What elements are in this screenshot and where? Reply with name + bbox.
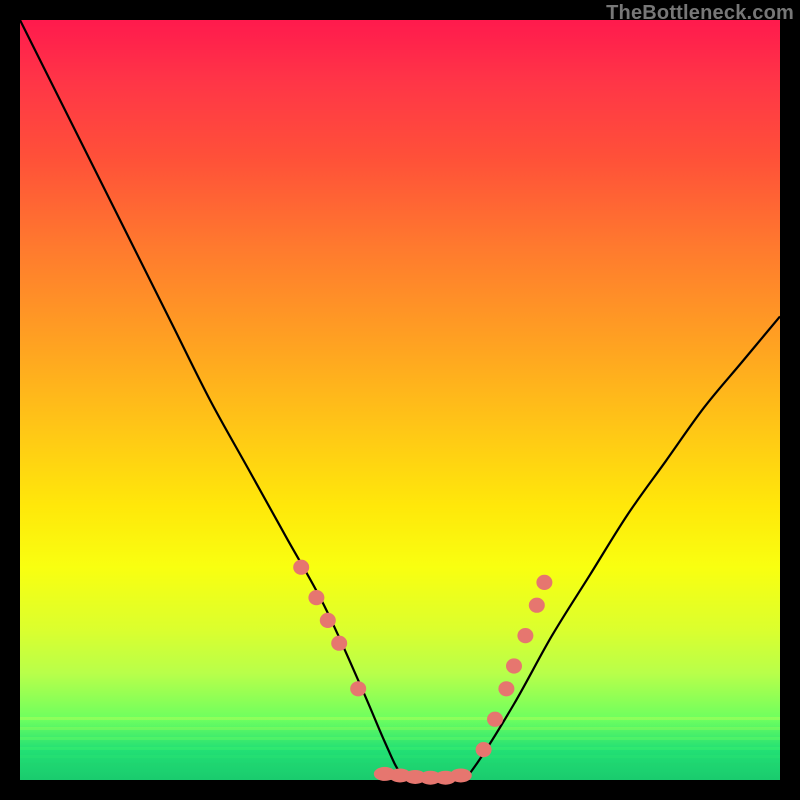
bottleneck-curve bbox=[20, 20, 780, 781]
marker-dot bbox=[487, 712, 503, 727]
plot-area bbox=[20, 20, 780, 780]
marker-dot bbox=[308, 590, 324, 605]
marker-dot bbox=[517, 628, 533, 643]
marker-dot bbox=[536, 575, 552, 590]
marker-dot bbox=[450, 768, 472, 782]
marker-dot bbox=[320, 613, 336, 628]
watermark-text: TheBottleneck.com bbox=[606, 2, 794, 25]
chart-frame: TheBottleneck.com bbox=[0, 0, 800, 800]
markers-floor-group bbox=[374, 767, 472, 785]
marker-dot bbox=[498, 681, 514, 696]
marker-dot bbox=[293, 560, 309, 575]
marker-dot bbox=[476, 742, 492, 757]
marker-dot bbox=[331, 636, 347, 651]
marker-dot bbox=[529, 598, 545, 613]
marker-dot bbox=[506, 658, 522, 673]
markers-right-group bbox=[476, 575, 553, 757]
marker-dot bbox=[350, 681, 366, 696]
curve-svg bbox=[20, 20, 780, 780]
